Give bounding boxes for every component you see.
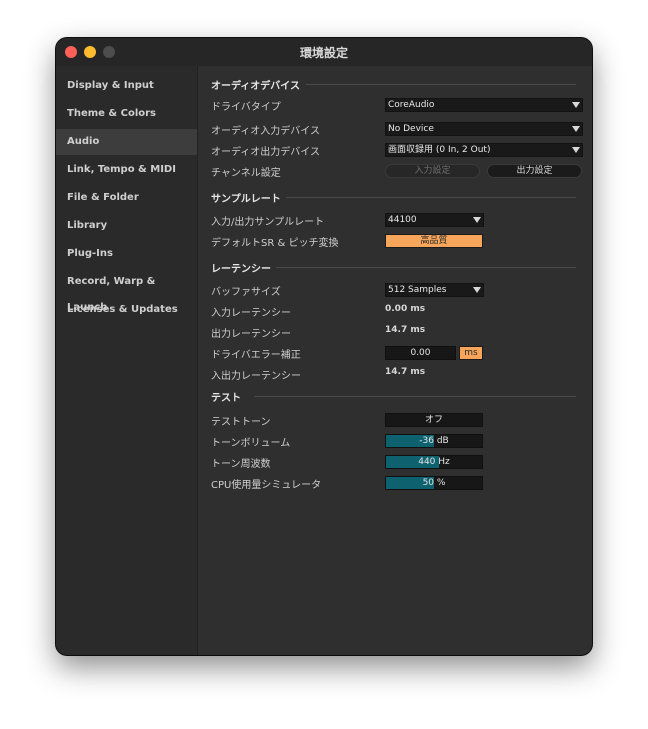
sidebar-item-plug-ins[interactable]: Plug-Ins [56, 241, 197, 267]
input-latency-value: 0.00 ms [385, 304, 426, 314]
io-latency-label: 入出力レーテンシー [211, 371, 301, 382]
driver-error-compensation-field[interactable]: 0.00 [385, 346, 456, 360]
tone-frequency-slider[interactable]: 440 Hz [385, 455, 483, 469]
io-sample-rate-value: 44100 [388, 215, 417, 225]
output-config-button[interactable]: 出力設定 [487, 164, 582, 178]
buffer-size-dropdown[interactable]: 512 Samples [385, 283, 484, 297]
input-device-value: No Device [388, 124, 434, 134]
output-latency-value: 14.7 ms [385, 325, 426, 335]
test-tone-label: テストトーン [211, 417, 271, 428]
driver-type-value: CoreAudio [388, 100, 435, 110]
dropdown-arrow-icon [572, 126, 580, 132]
driver-error-label: ドライバエラー補正 [211, 350, 301, 361]
section-divider [286, 197, 576, 198]
input-device-label: オーディオ入力デバイス [211, 126, 320, 137]
channel-config-label: チャンネル設定 [211, 168, 281, 179]
window-title: 環境設定 [299, 46, 348, 60]
dropdown-arrow-icon [572, 102, 580, 108]
driver-error-unit: ms [459, 346, 483, 360]
io-sample-rate-dropdown[interactable]: 44100 [385, 213, 484, 227]
preferences-window: 環境設定 Display & Input Theme & Colors Audi… [56, 38, 592, 655]
buffer-size-value: 512 Samples [388, 285, 447, 295]
sidebar-item-record-warp-launch[interactable]: Record, Warp & Launch [56, 269, 197, 313]
sidebar-item-licenses-updates[interactable]: Licenses & Updates [56, 297, 197, 323]
section-divider [254, 396, 576, 397]
sidebar-item-library[interactable]: Library [56, 213, 197, 239]
io-latency-value: 14.7 ms [385, 367, 426, 377]
default-sr-quality-button[interactable]: 高品質 [385, 234, 483, 248]
sidebar-item-display-input[interactable]: Display & Input [56, 73, 197, 99]
tone-frequency-value: 440 Hz [418, 457, 450, 467]
dropdown-arrow-icon [572, 147, 580, 153]
dropdown-arrow-icon [473, 287, 481, 293]
cpu-simulator-slider[interactable]: 50 % [385, 476, 483, 490]
output-latency-label: 出力レーテンシー [211, 329, 291, 340]
section-divider [276, 267, 576, 268]
test-tone-toggle[interactable]: オフ [385, 413, 483, 427]
output-device-dropdown[interactable]: 画面収録用 (0 In, 2 Out) [385, 143, 583, 157]
sidebar-item-audio[interactable]: Audio [56, 129, 197, 155]
output-device-value: 画面収録用 (0 In, 2 Out) [388, 145, 491, 155]
sidebar: Display & Input Theme & Colors Audio Lin… [56, 66, 198, 655]
sidebar-item-link-tempo-midi[interactable]: Link, Tempo & MIDI [56, 157, 197, 183]
input-config-button[interactable]: 入力設定 [385, 164, 480, 178]
input-latency-label: 入力レーテンシー [211, 308, 291, 319]
audio-settings-panel: オーディオデバイス ドライバタイプ CoreAudio オーディオ入力デバイス … [198, 66, 592, 655]
section-heading-test: テスト [211, 393, 241, 404]
output-device-label: オーディオ出力デバイス [211, 147, 320, 158]
driver-type-label: ドライバタイプ [211, 102, 281, 113]
default-sr-label: デフォルトSR & ピッチ変換 [211, 238, 339, 249]
cpu-simulator-label: CPU使用量シミュレータ [211, 480, 322, 491]
tone-volume-slider[interactable]: -36 dB [385, 434, 483, 448]
dropdown-arrow-icon [473, 217, 481, 223]
input-device-dropdown[interactable]: No Device [385, 122, 583, 136]
io-sample-rate-label: 入力/出力サンプルレート [211, 217, 325, 228]
buffer-size-label: バッファサイズ [211, 287, 281, 298]
tone-volume-value: -36 dB [419, 436, 449, 446]
section-divider [306, 84, 576, 85]
section-heading-sample-rate: サンプルレート [211, 194, 281, 205]
tone-frequency-label: トーン周波数 [211, 459, 271, 470]
tone-volume-label: トーンボリューム [211, 438, 291, 449]
section-heading-audio-device: オーディオデバイス [211, 81, 300, 92]
title-bar: 環境設定 [56, 38, 592, 66]
sidebar-item-file-folder[interactable]: File & Folder [56, 185, 197, 211]
cpu-simulator-value: 50 % [422, 478, 446, 488]
driver-type-dropdown[interactable]: CoreAudio [385, 98, 583, 112]
sidebar-item-theme-colors[interactable]: Theme & Colors [56, 101, 197, 127]
section-heading-latency: レーテンシー [211, 264, 271, 275]
